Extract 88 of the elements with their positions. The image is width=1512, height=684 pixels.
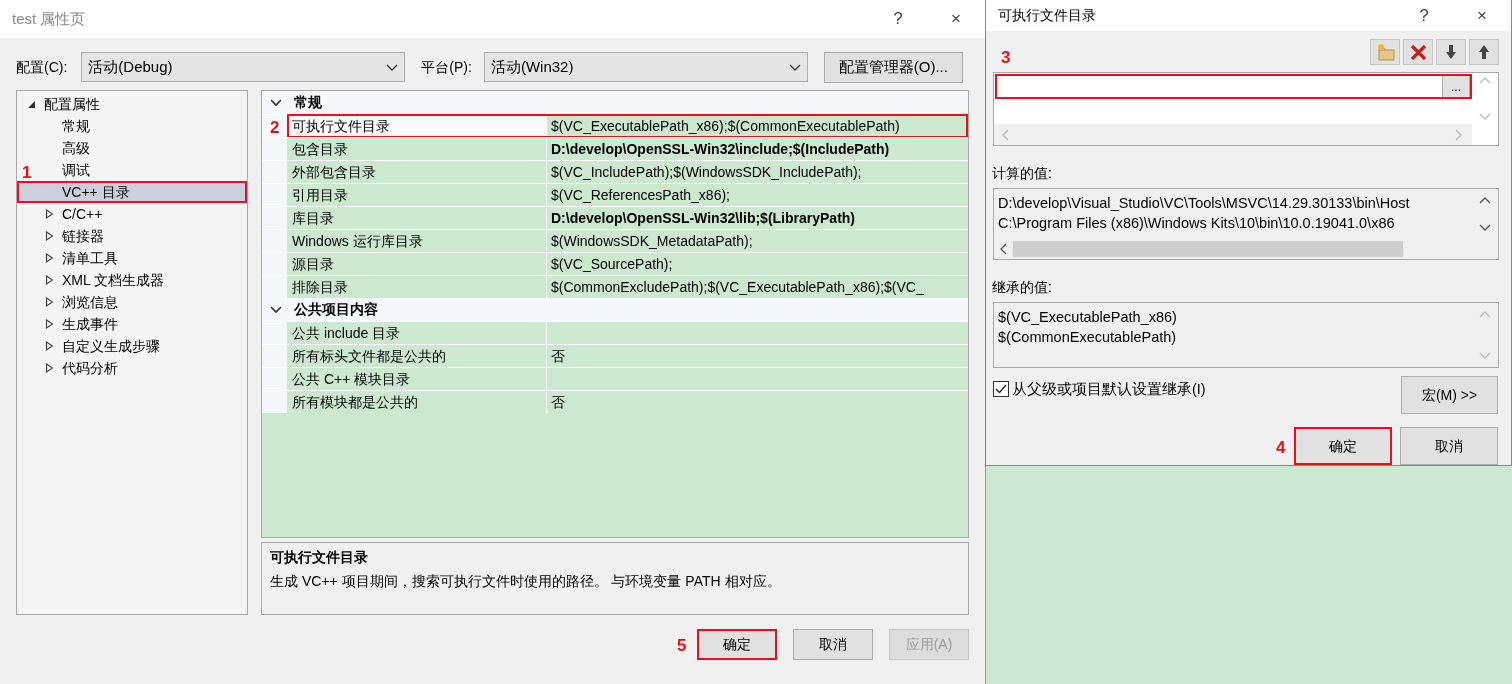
tree-item[interactable]: 自定义生成步骤 <box>37 335 247 357</box>
help-button[interactable]: ? <box>1395 2 1453 29</box>
window-title: 可执行文件目录 <box>998 6 1097 25</box>
property-name[interactable]: 包含目录 <box>287 138 547 160</box>
scroll-down-icon[interactable] <box>1479 224 1491 231</box>
tree-item[interactable]: 代码分析 <box>37 357 247 379</box>
section-label: 继承的值: <box>992 278 1053 297</box>
scroll-up-icon[interactable] <box>1479 197 1491 204</box>
tree-item[interactable]: 常规 <box>37 115 247 137</box>
field-label: 平台(P): <box>421 57 472 77</box>
config-dropdown[interactable]: 活动(Debug) <box>81 52 406 82</box>
property-name[interactable]: 所有标头文件都是公共的 <box>287 345 547 367</box>
help-button[interactable]: ? <box>869 6 927 32</box>
config-manager-button[interactable]: 配置管理器(O)... <box>823 51 963 83</box>
step-number: 5 <box>677 635 687 657</box>
step-number: 1 <box>22 162 32 184</box>
toolbar-button[interactable] <box>1403 39 1433 65</box>
tree-item[interactable]: 高级 <box>37 137 247 159</box>
dialog-button[interactable]: 取消 <box>1400 427 1498 465</box>
dialog-button[interactable]: 确定 <box>1294 427 1392 465</box>
property-value[interactable]: $(VC_IncludePath);$(WindowsSDK_IncludePath); <box>547 161 968 183</box>
browse-button[interactable]: ... <box>1442 75 1470 98</box>
tree-item[interactable]: 生成事件 <box>37 313 247 335</box>
platform-dropdown[interactable]: 活动(Win32) <box>483 52 808 82</box>
step-number: 4 <box>1276 437 1286 459</box>
tree-item[interactable]: 调试 <box>37 159 247 181</box>
tree-item[interactable]: C/C++ <box>37 203 247 225</box>
property-name[interactable]: 外部包含目录 <box>287 161 547 183</box>
property-name[interactable]: 公共 C++ 模块目录 <box>287 368 547 390</box>
toolbar-button[interactable] <box>1469 39 1499 65</box>
property-value[interactable]: $(VC_SourcePath); <box>547 253 968 275</box>
toolbar-button[interactable] <box>1436 39 1466 65</box>
property-name[interactable]: 源目录 <box>287 253 547 275</box>
collapsed-triangle-icon[interactable] <box>45 319 54 329</box>
collapsed-triangle-icon[interactable] <box>45 341 54 351</box>
caret-icon <box>788 63 801 71</box>
tree-item[interactable]: VC++ 目录 <box>17 181 247 203</box>
value-line: C:\Program Files (x86)\Windows Kits\10\bin\10.0.19041.0\x86 <box>998 214 1396 233</box>
tree-item[interactable]: XML 文档生成器 <box>37 269 247 291</box>
check-icon <box>994 382 1008 396</box>
property-name[interactable]: 排除目录 <box>287 276 547 298</box>
collapsed-triangle-icon[interactable] <box>45 231 54 241</box>
tree-item[interactable]: 配置属性 <box>17 93 247 115</box>
property-value[interactable]: 否 <box>547 345 968 367</box>
category-header[interactable]: 常规 <box>262 91 968 114</box>
description-title: 可执行文件目录 <box>270 548 369 567</box>
tree-item[interactable]: 链接器 <box>37 225 247 247</box>
close-button[interactable]: × <box>927 6 985 32</box>
caret-icon <box>386 63 399 71</box>
value-line: D:\develop\Visual_Studio\VC\Tools\MSVC\14.29.30133\bin\Host <box>998 194 1411 213</box>
value-line: $(CommonExecutablePath) <box>998 328 1178 347</box>
chevron-down-icon <box>270 98 282 107</box>
collapsed-triangle-icon[interactable] <box>45 209 54 219</box>
property-value[interactable]: $(CommonExcludePath);$(VC_ExecutablePath_x86);$(VC_ <box>547 276 968 298</box>
collapsed-triangle-icon[interactable] <box>45 275 54 285</box>
inherit-checkbox[interactable]: 从父级或项目默认设置继承(I) <box>993 376 1206 414</box>
dialog-button[interactable]: 取消 <box>793 629 873 660</box>
collapsed-triangle-icon[interactable] <box>45 297 54 307</box>
property-value[interactable]: $(VC_ReferencesPath_x86); <box>547 184 968 206</box>
property-name[interactable]: 库目录 <box>287 207 547 229</box>
property-name[interactable]: 所有模块都是公共的 <box>287 391 547 413</box>
property-value[interactable]: $(WindowsSDK_MetadataPath); <box>547 230 968 252</box>
step-number: 3 <box>1001 47 1011 69</box>
close-button[interactable]: × <box>1453 2 1511 29</box>
collapsed-triangle-icon[interactable] <box>45 253 54 263</box>
property-value[interactable]: $(VC_ExecutablePath_x86);$(CommonExecutablePath) <box>547 115 968 137</box>
property-value[interactable]: 否 <box>547 391 968 413</box>
expanded-triangle-icon[interactable] <box>27 99 36 109</box>
property-name[interactable]: 公共 include 目录 <box>287 322 547 344</box>
chevron-down-icon <box>270 305 282 314</box>
tree-item[interactable]: 清单工具 <box>37 247 247 269</box>
value-line: $(VC_ExecutablePath_x86) <box>998 308 1178 327</box>
collapsed-triangle-icon[interactable] <box>45 363 54 373</box>
property-name[interactable]: 引用目录 <box>287 184 547 206</box>
description-text: 生成 VC++ 项目期间，搜索可执行文件时使用的路径。 与环境变量 PATH 相对应。 <box>270 572 782 591</box>
step-number: 2 <box>270 117 280 139</box>
tree-item[interactable]: 浏览信息 <box>37 291 247 313</box>
scrollbar-thumb[interactable] <box>1013 241 1403 257</box>
property-name[interactable]: Windows 运行库目录 <box>287 230 547 252</box>
scroll-left-icon[interactable] <box>1000 243 1007 255</box>
property-value[interactable]: D:\develop\OpenSSL-Win32\include;$(IncludePath) <box>547 138 968 160</box>
window-title: test 属性页 <box>12 8 87 29</box>
field-label: 配置(C): <box>16 57 68 77</box>
dialog-button[interactable]: 确定 <box>697 629 777 660</box>
section-label: 计算的值: <box>992 164 1053 183</box>
macros-button[interactable]: 宏(M) >> <box>1401 376 1498 414</box>
property-value[interactable]: D:\develop\OpenSSL-Win32\lib;$(LibraryPath) <box>547 207 968 229</box>
category-header[interactable]: 公共项目内容 <box>262 298 968 321</box>
